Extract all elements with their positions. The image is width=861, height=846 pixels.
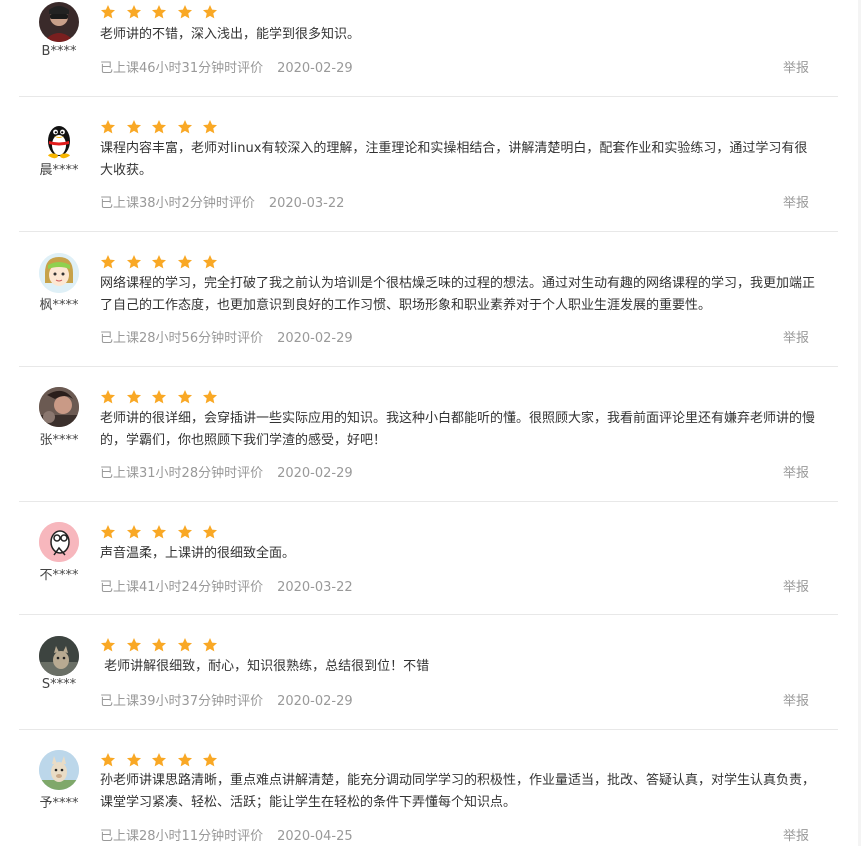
dark-portrait-avatar-icon[interactable]: [39, 2, 79, 42]
reviewer-name: S****: [41, 677, 77, 692]
cartoon-girl-avatar-icon[interactable]: [39, 253, 79, 293]
star-icon: [177, 389, 193, 405]
study-time-label: 已上课28小时56分钟时评价: [100, 331, 264, 346]
alpaca-avatar-icon[interactable]: [39, 750, 79, 790]
star-icon: [177, 752, 193, 768]
star-rating: [100, 4, 228, 20]
review-meta: 已上课28小时56分钟时评价 2020-02-29: [100, 327, 353, 346]
study-time-label: 已上课31小时28分钟时评价: [100, 466, 264, 481]
star-icon: [202, 254, 218, 270]
review-date: 2020-02-29: [277, 61, 353, 76]
pink-cartoon-avatar-icon[interactable]: [39, 522, 79, 562]
star-icon: [151, 637, 167, 653]
star-icon: [126, 4, 142, 20]
review-content: 网络课程的学习，完全打破了我之前认为培训是个很枯燥乏味的过程的想法。通过对生动有…: [100, 276, 816, 313]
star-icon: [100, 752, 116, 768]
star-rating: [100, 254, 228, 270]
star-icon: [202, 389, 218, 405]
star-icon: [100, 254, 116, 270]
star-rating: [100, 524, 228, 540]
star-icon: [177, 524, 193, 540]
star-icon: [126, 389, 142, 405]
review-item: 枫**** 网络课程的学习，完全打破了我之前认为培训是个很枯燥乏味的过程的想法。…: [19, 232, 838, 367]
qq-penguin-avatar-icon[interactable]: [39, 119, 79, 159]
study-time-label: 已上课28小时11分钟时评价: [100, 829, 264, 844]
star-icon: [151, 524, 167, 540]
star-icon: [202, 524, 218, 540]
report-link[interactable]: 举报: [783, 462, 809, 481]
star-icon: [202, 119, 218, 135]
review-meta: 已上课41小时24分钟时评价 2020-03-22: [100, 576, 353, 595]
review-date: 2020-02-29: [277, 466, 353, 481]
reviewer-name: 晨****: [39, 163, 79, 178]
review-item: 晨**** 课程内容丰富，老师对linux有较深入的理解，注重理论和实操相结合，…: [19, 97, 838, 232]
star-rating: [100, 752, 228, 768]
review-item: 不**** 声音温柔，上课讲的很细致全面。 已上课41小时24分钟时评价 2020…: [19, 502, 838, 615]
review-meta: 已上课28小时11分钟时评价 2020-04-25: [100, 825, 353, 844]
star-icon: [100, 524, 116, 540]
reviewer-name: 枫****: [39, 298, 79, 313]
cat-photo-avatar-icon[interactable]: [39, 636, 79, 676]
review-content: 老师讲的很详细，会穿插讲一些实际应用的知识。我这种小白都能听的懂。很照顾大家，我…: [100, 411, 816, 448]
review-content: 老师讲的不错，深入浅出，能学到很多知识。: [100, 27, 361, 42]
review-date: 2020-03-22: [277, 580, 353, 595]
review-content: 孙老师讲课思路清晰，重点难点讲解清楚，能充分调动同学学习的积极性，作业量适当，批…: [100, 773, 816, 810]
reviewer-name: B****: [41, 44, 77, 59]
star-icon: [202, 752, 218, 768]
reviewer-name: 张****: [39, 433, 79, 448]
report-link[interactable]: 举报: [783, 327, 809, 346]
reviewer-name: 予****: [39, 796, 79, 811]
star-icon: [100, 637, 116, 653]
study-time-label: 已上课46小时31分钟时评价: [100, 61, 264, 76]
study-time-label: 已上课41小时24分钟时评价: [100, 580, 264, 595]
star-icon: [177, 4, 193, 20]
star-icon: [177, 637, 193, 653]
star-icon: [202, 637, 218, 653]
star-icon: [151, 4, 167, 20]
star-icon: [177, 119, 193, 135]
star-icon: [151, 119, 167, 135]
star-icon: [126, 524, 142, 540]
review-date: 2020-03-22: [268, 196, 345, 211]
star-icon: [100, 389, 116, 405]
study-time-label: 已上课39小时37分钟时评价: [100, 694, 264, 709]
star-icon: [151, 389, 167, 405]
star-icon: [151, 752, 167, 768]
review-item: 张**** 老师讲的很详细，会穿插讲一些实际应用的知识。我这种小白都能听的懂。很…: [19, 367, 838, 502]
star-rating: [100, 389, 228, 405]
star-rating: [100, 637, 228, 653]
star-icon: [202, 4, 218, 20]
report-link[interactable]: 举报: [783, 192, 809, 211]
review-meta: 已上课38小时2分钟时评价 2020-03-22: [100, 192, 344, 211]
review-date: 2020-02-29: [277, 694, 353, 709]
review-item: S**** 老师讲解很细致，耐心，知识很熟练，总结很到位！不错 已上课39小时3…: [19, 615, 838, 730]
photo-avatar-icon[interactable]: [39, 387, 79, 427]
reviewer-name: 不****: [39, 568, 79, 583]
star-icon: [126, 752, 142, 768]
report-link[interactable]: 举报: [783, 57, 809, 76]
review-item: B**** 老师讲的不错，深入浅出，能学到很多知识。 已上课46小时31分钟时评…: [19, 0, 838, 97]
star-icon: [151, 254, 167, 270]
review-content: 课程内容丰富，老师对linux有较深入的理解，注重理论和实操相结合，讲解清楚明白…: [100, 141, 808, 178]
star-rating: [100, 119, 228, 135]
report-link[interactable]: 举报: [783, 690, 809, 709]
report-link[interactable]: 举报: [783, 576, 809, 595]
review-meta: 已上课46小时31分钟时评价 2020-02-29: [100, 57, 353, 76]
star-icon: [100, 119, 116, 135]
review-content: 老师讲解很细致，耐心，知识很熟练，总结很到位！不错: [100, 659, 430, 674]
star-icon: [126, 254, 142, 270]
review-meta: 已上课39小时37分钟时评价 2020-02-29: [100, 690, 353, 709]
review-item: 予**** 孙老师讲课思路清晰，重点难点讲解清楚，能充分调动同学学习的积极性，作…: [19, 730, 838, 846]
review-content: 声音温柔，上课讲的很细致全面。: [100, 546, 296, 561]
star-icon: [177, 254, 193, 270]
star-icon: [100, 4, 116, 20]
star-icon: [126, 119, 142, 135]
star-icon: [126, 637, 142, 653]
review-date: 2020-04-25: [277, 829, 353, 844]
review-date: 2020-02-29: [277, 331, 353, 346]
study-time-label: 已上课38小时2分钟时评价: [100, 196, 255, 211]
report-link[interactable]: 举报: [783, 825, 809, 844]
review-meta: 已上课31小时28分钟时评价 2020-02-29: [100, 462, 353, 481]
